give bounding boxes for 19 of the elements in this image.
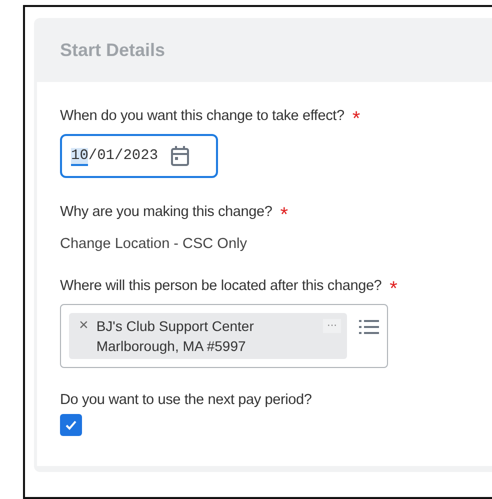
field-value: Change Location - CSC Only xyxy=(60,236,248,252)
remove-button[interactable]: × xyxy=(79,316,88,336)
check-icon xyxy=(65,420,77,430)
list-icon[interactable] xyxy=(359,319,379,335)
required-mark: * xyxy=(352,109,360,129)
field-label: When do you want this change to take effect? xyxy=(60,108,344,124)
calendar-icon[interactable] xyxy=(170,145,190,167)
field-label: Why are you making this change? xyxy=(60,204,272,220)
checkbox[interactable] xyxy=(60,414,82,436)
field-label: Do you want to use the next pay period? xyxy=(60,392,312,408)
chip-text: Marlborough, MA #5997 xyxy=(96,337,247,356)
required-mark: * xyxy=(280,205,288,225)
date-field[interactable]: 10/01/2023 xyxy=(60,134,218,178)
location-field[interactable]: × BJ's Club Support Center Marlborough, MA #5997 ··· xyxy=(60,304,388,368)
required-mark: * xyxy=(390,279,398,299)
more-button[interactable]: ··· xyxy=(323,319,341,333)
field-label: Where will this person be located after this change? xyxy=(60,278,382,294)
chip-text: BJ's Club Support Center xyxy=(96,317,255,336)
section-title: Start Details xyxy=(60,40,166,60)
